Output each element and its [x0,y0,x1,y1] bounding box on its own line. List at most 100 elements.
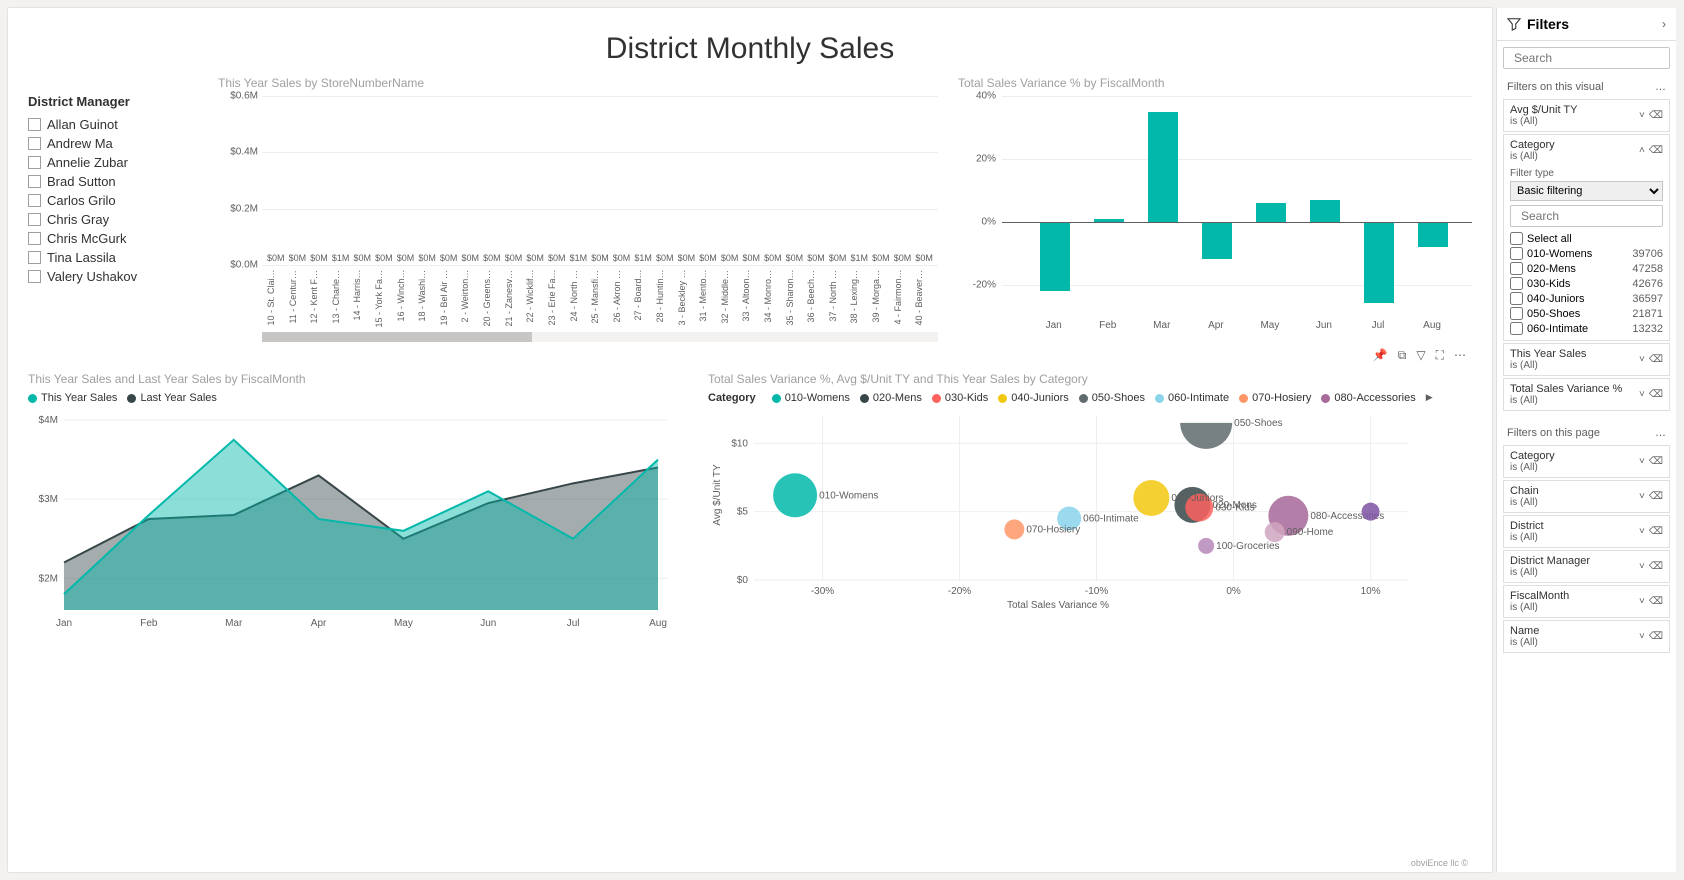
chevron-down-icon[interactable]: ˅ [1639,354,1645,365]
legend-item[interactable]: 020-Mens [860,392,922,404]
legend-more-icon[interactable]: ▶ [1426,392,1433,404]
scrollbar-thumb[interactable] [262,332,532,342]
filter-value-row[interactable]: 040-Juniors36597 [1510,291,1663,306]
slicer-item[interactable]: Chris Gray [28,210,198,229]
legend-item[interactable]: 010-Womens [772,392,850,404]
clear-icon[interactable]: ⌫ [1649,456,1663,467]
slicer-item[interactable]: Andrew Ma [28,134,198,153]
filter-card[interactable]: Total Sales Variance %is (All)˅⌫ [1503,378,1670,411]
clear-icon[interactable]: ⌫ [1649,491,1663,502]
filter-type-select[interactable]: Basic filtering [1510,181,1663,201]
chevron-down-icon[interactable]: ˅ [1639,526,1645,537]
bubble[interactable] [1133,480,1169,516]
variance-bar[interactable] [1310,200,1340,222]
slicer-item[interactable]: Allan Guinot [28,115,198,134]
chevron-down-icon[interactable]: ˅ [1639,389,1645,400]
chevron-down-icon[interactable]: ˅ [1639,456,1645,467]
bar-chart-this-year-sales[interactable]: This Year Sales by StoreNumberName $0.0M… [218,76,938,356]
chevron-right-icon[interactable]: › [1662,17,1666,31]
slicer-item[interactable]: Tina Lassila [28,248,198,267]
variance-bar[interactable] [1418,222,1448,247]
chevron-down-icon[interactable]: ˅ [1639,491,1645,502]
clear-icon[interactable]: ⌫ [1649,389,1663,400]
checkbox-icon[interactable] [28,270,41,283]
legend-item[interactable]: 050-Shoes [1079,392,1145,404]
slicer-item[interactable]: Carlos Grilo [28,191,198,210]
chevron-down-icon[interactable]: ˅ [1639,631,1645,642]
slicer-item[interactable]: Annelie Zubar [28,153,198,172]
filter-card[interactable]: District Manageris (All)˅⌫ [1503,550,1670,583]
filter-value-row[interactable]: Select all [1510,231,1663,246]
filter-values-search[interactable] [1510,205,1663,227]
checkbox-icon[interactable] [28,137,41,150]
clear-icon[interactable]: ⌫ [1649,631,1663,642]
bubble[interactable] [1180,423,1232,449]
legend-item[interactable]: 040-Juniors [998,392,1068,404]
filter-card[interactable]: Districtis (All)˅⌫ [1503,515,1670,548]
chevron-down-icon[interactable]: ˅ [1639,110,1645,121]
variance-bar[interactable] [1148,112,1178,222]
variance-bar-chart[interactable]: Total Sales Variance % by FiscalMonth -2… [958,76,1472,356]
checkbox-icon[interactable] [28,156,41,169]
focus-icon[interactable]: ⛶ [1436,348,1444,363]
checkbox-icon[interactable] [28,213,41,226]
variance-bar[interactable] [1202,222,1232,260]
legend-item[interactable]: 030-Kids [932,392,988,404]
chevron-down-icon[interactable]: ˅ [1639,561,1645,572]
filter-card[interactable]: Categoryis (All)˄⌫Filter typeBasic filte… [1503,134,1670,341]
slicer-item[interactable]: Chris McGurk [28,229,198,248]
bubble[interactable] [1198,538,1214,554]
search-input[interactable] [1514,51,1669,65]
bar-chart-scrollbar[interactable] [262,332,938,342]
filter-value-row[interactable]: 010-Womens39706 [1510,246,1663,261]
variance-bar[interactable] [1364,222,1394,304]
checkbox-icon[interactable] [28,232,41,245]
filter-card[interactable]: This Year Salesis (All)˅⌫ [1503,343,1670,376]
filter-card[interactable]: Avg $/Unit TYis (All)˅⌫ [1503,99,1670,132]
checkbox-icon[interactable] [28,194,41,207]
checkbox-icon[interactable] [28,175,41,188]
checkbox-icon[interactable] [28,251,41,264]
bubble[interactable] [773,473,817,517]
filters-search[interactable] [1503,47,1670,69]
filter-card[interactable]: Chainis (All)˅⌫ [1503,480,1670,513]
checkbox[interactable] [1510,322,1523,335]
checkbox[interactable] [1510,307,1523,320]
search-input[interactable] [1521,209,1676,223]
chevron-up-icon[interactable]: ˄ [1639,145,1645,156]
legend-item[interactable]: 060-Intimate [1155,392,1229,404]
filter-value-row[interactable]: 050-Shoes21871 [1510,306,1663,321]
area-chart-sales[interactable]: This Year Sales and Last Year Sales by F… [28,372,688,672]
clear-icon[interactable]: ⌫ [1649,561,1663,572]
checkbox[interactable] [1510,292,1523,305]
checkbox[interactable] [1510,232,1523,245]
filter-card[interactable]: FiscalMonthis (All)˅⌫ [1503,585,1670,618]
checkbox[interactable] [1510,277,1523,290]
legend-item[interactable]: 080-Accessories [1321,392,1415,404]
filter-card[interactable]: Categoryis (All)˅⌫ [1503,445,1670,478]
filter-value-row[interactable]: 030-Kids42676 [1510,276,1663,291]
filter-icon[interactable]: ▽ [1416,348,1425,363]
checkbox[interactable] [1510,247,1523,260]
more-icon[interactable]: ⋯ [1454,348,1466,363]
slicer-item[interactable]: Brad Sutton [28,172,198,191]
checkbox-icon[interactable] [28,118,41,131]
clear-icon[interactable]: ⌫ [1649,354,1663,365]
clear-icon[interactable]: ⌫ [1649,526,1663,537]
legend-item[interactable]: This Year Sales [28,392,117,404]
more-icon[interactable]: … [1655,81,1666,93]
legend-item[interactable]: Last Year Sales [127,392,216,404]
scatter-chart-category[interactable]: 📌 ⧉ ▽ ⛶ ⋯ Total Sales Variance %, Avg $/… [708,372,1472,672]
clear-icon[interactable]: ⌫ [1649,110,1663,121]
bubble[interactable] [1004,519,1024,539]
checkbox[interactable] [1510,262,1523,275]
bubble[interactable] [1265,522,1285,542]
filter-value-row[interactable]: 060-Intimate13232 [1510,321,1663,336]
filter-card[interactable]: Nameis (All)˅⌫ [1503,620,1670,653]
clear-icon[interactable]: ⌫ [1649,596,1663,607]
more-icon[interactable]: … [1655,427,1666,439]
clear-icon[interactable]: ⌫ [1649,145,1663,156]
slicer-item[interactable]: Valery Ushakov [28,267,198,286]
variance-bar[interactable] [1040,222,1070,291]
pin-icon[interactable]: 📌 [1373,348,1388,363]
